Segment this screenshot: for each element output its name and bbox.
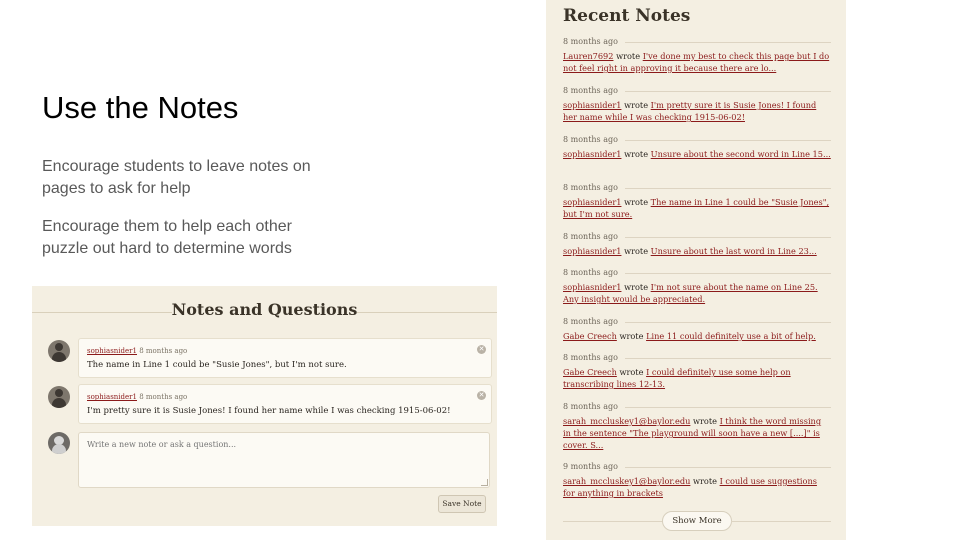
notes-and-questions-panel: Notes and Questions sophiasnider1 8 mont… [32,286,497,526]
recent-note-link[interactable]: Unsure about the second word in Line 15.… [651,149,831,159]
wrote-label: wrote [624,100,649,110]
divider [625,237,831,238]
note-author-link[interactable]: sophiasnider1 [87,393,137,401]
current-user-avatar-icon [48,432,70,454]
recent-note-user-link[interactable]: sophiasnider1 [563,100,621,110]
wrote-label: wrote [616,51,641,61]
recent-note-time: 8 months ago [563,353,618,362]
recent-note-user-link[interactable]: sophiasnider1 [563,197,621,207]
wrote-label: wrote [624,197,649,207]
recent-note-time: 8 months ago [563,268,618,277]
recent-note-item: 8 months ago Gabe Creech wrote I could d… [563,352,831,390]
recent-note-time: 8 months ago [563,317,618,326]
notes-panel-title: Notes and Questions [171,300,358,319]
recent-note-time: 8 months ago [563,232,618,241]
recent-note-user-link[interactable]: sophiasnider1 [563,246,621,256]
recent-note-time: 8 months ago [563,135,618,144]
divider [625,322,831,323]
recent-note-time: 8 months ago [563,86,618,95]
user-avatar-icon [48,340,70,362]
recent-note-user-link[interactable]: sarah_mccluskey1@baylor.edu [563,416,690,426]
recent-note-time: 9 months ago [563,462,618,471]
note-card: sophiasnider1 8 months ago The name in L… [78,338,492,378]
note-author-link[interactable]: sophiasnider1 [87,347,137,355]
divider [625,91,831,92]
wrote-label: wrote [692,476,717,486]
notes-header: Notes and Questions [32,300,497,324]
recent-note-time: 8 months ago [563,183,618,192]
recent-note-user-link[interactable]: Gabe Creech [563,367,617,377]
wrote-label: wrote [619,331,644,341]
note-card: sophiasnider1 8 months ago I'm pretty su… [78,384,492,424]
close-icon[interactable]: ✕ [477,345,486,354]
divider [625,188,831,189]
user-avatar-icon [48,386,70,408]
recent-note-link[interactable]: Unsure about the last word in Line 23... [651,246,817,256]
recent-note-time: 8 months ago [563,402,618,411]
recent-note-item: 8 months ago sophiasnider1 wrote The nam… [563,182,831,220]
note-meta: sophiasnider1 8 months ago [87,347,187,355]
recent-note-time: 8 months ago [563,37,618,46]
recent-note-user-link[interactable]: sarah_mccluskey1@baylor.edu [563,476,690,486]
recent-note-user-link[interactable]: sophiasnider1 [563,149,621,159]
divider [625,140,831,141]
recent-note-item: 8 months ago Gabe Creech wrote Line 11 c… [563,316,831,342]
divider [625,467,831,468]
divider [625,273,831,274]
recent-notes-panel: Recent Notes 8 months ago Lauren7692 wro… [546,0,846,540]
close-icon[interactable]: ✕ [477,391,486,400]
wrote-label: wrote [624,149,649,159]
recent-note-item: 8 months ago Lauren7692 wrote I've done … [563,36,831,74]
recent-note-item: 8 months ago sophiasnider1 wrote I'm not… [563,267,831,305]
note-text: The name in Line 1 could be "Susie Jones… [87,360,347,370]
new-note-textarea[interactable] [78,432,490,488]
wrote-label: wrote [624,246,649,256]
wrote-label: wrote [692,416,717,426]
divider [563,521,663,522]
textarea-resize-handle[interactable] [481,479,488,486]
note-text: I'm pretty sure it is Susie Jones! I fou… [87,406,451,416]
bullet-text-1: Encourage students to leave notes on pag… [42,158,311,197]
recent-notes-title: Recent Notes [563,6,691,26]
header-divider-right [357,312,497,313]
note-timestamp: 8 months ago [139,347,188,355]
recent-note-link[interactable]: Line 11 could definitely use a bit of he… [646,331,816,341]
wrote-label: wrote [619,367,644,377]
recent-note-user-link[interactable]: Lauren7692 [563,51,613,61]
note-timestamp: 8 months ago [139,393,188,401]
recent-note-item: 8 months ago sarah_mccluskey1@baylor.edu… [563,401,831,451]
recent-note-item: 8 months ago sophiasnider1 wrote I'm pre… [563,85,831,123]
recent-note-user-link[interactable]: Gabe Creech [563,331,617,341]
recent-note-item: 9 months ago sarah_mccluskey1@baylor.edu… [563,461,831,499]
divider [625,407,831,408]
wrote-label: wrote [624,282,649,292]
recent-note-user-link[interactable]: sophiasnider1 [563,282,621,292]
recent-note-item: 8 months ago sophiasnider1 wrote Unsure … [563,231,831,257]
recent-note-item: 8 months ago sophiasnider1 wrote Unsure … [563,134,831,160]
divider [731,521,831,522]
slide-title: Use the Notes [42,90,239,125]
save-note-button[interactable]: Save Note [438,495,486,513]
show-more-button[interactable]: Show More [662,511,732,531]
divider [625,358,831,359]
note-meta: sophiasnider1 8 months ago [87,393,187,401]
bullet-text-2: Encourage them to help each other puzzle… [42,218,292,257]
divider [625,42,831,43]
show-more-row: Show More [563,511,831,531]
